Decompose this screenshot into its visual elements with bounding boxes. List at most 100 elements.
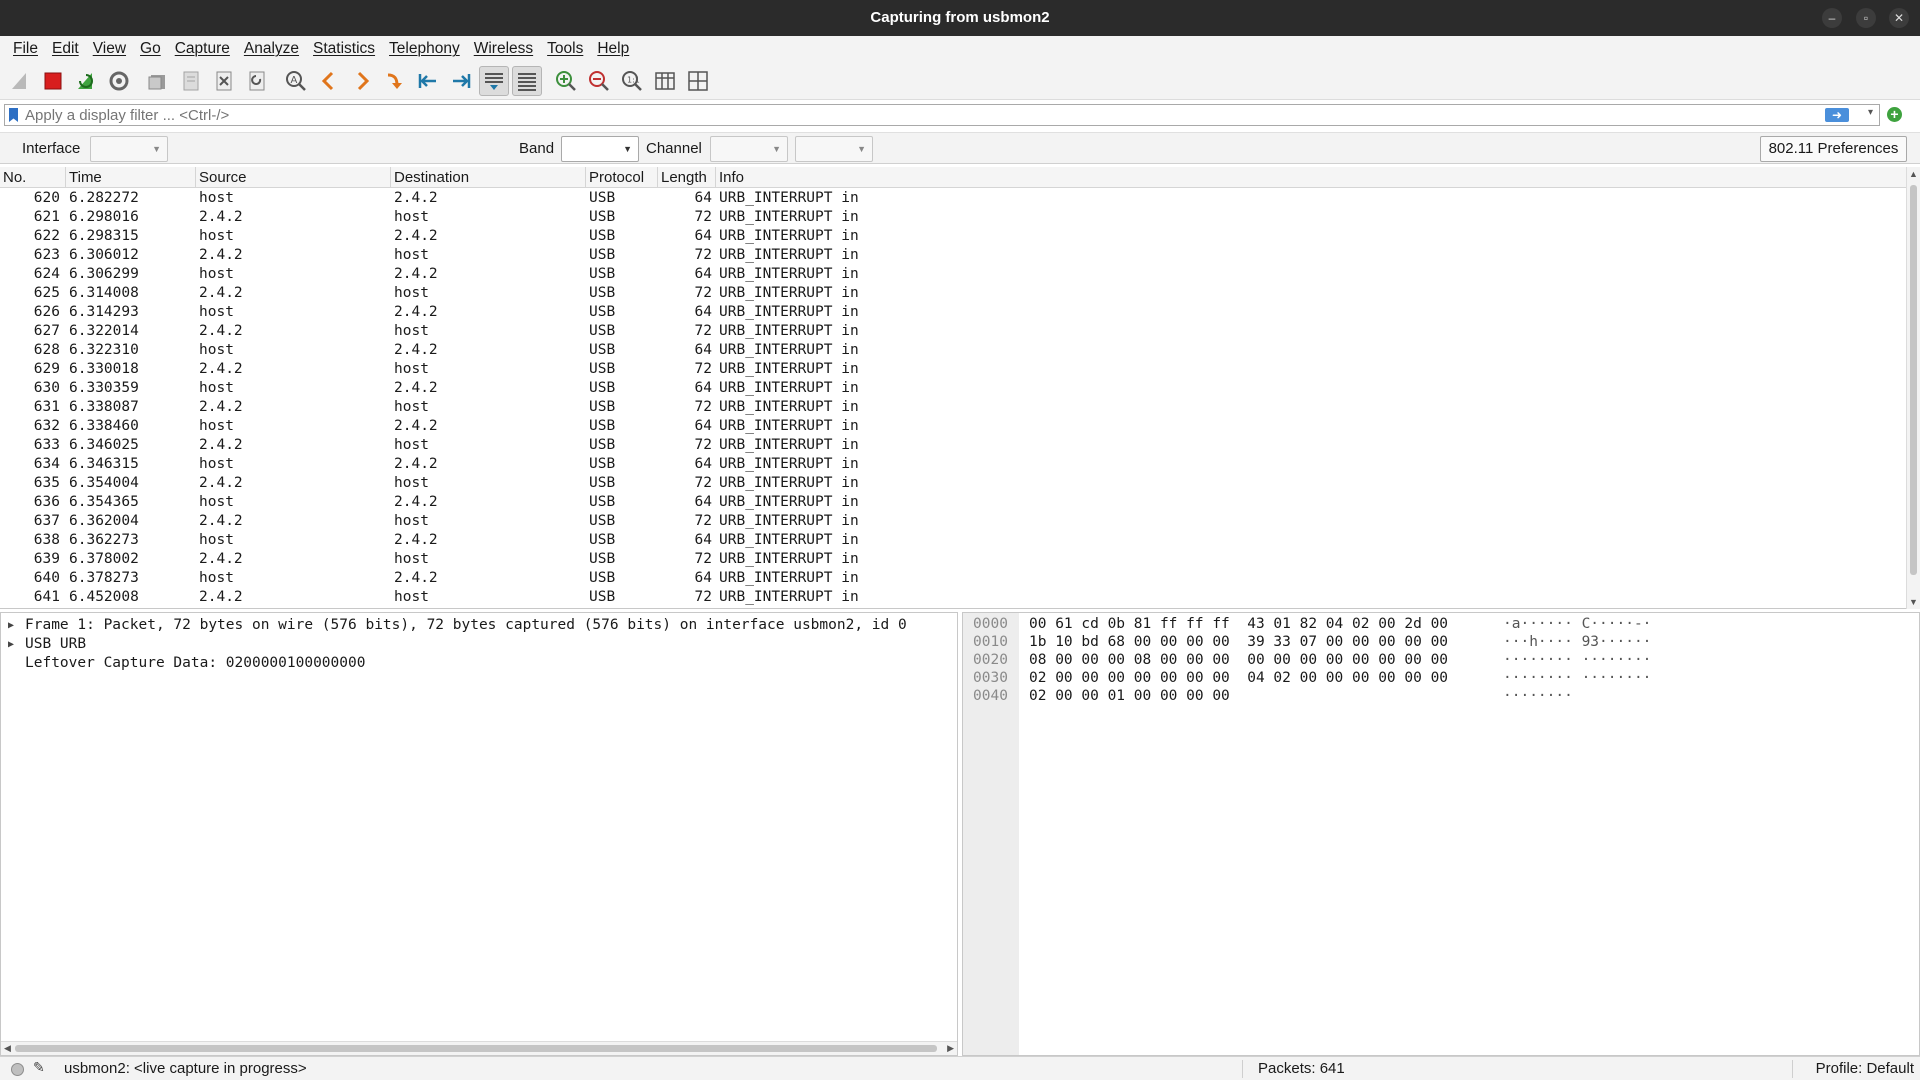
menu-statistics[interactable]: Statistics xyxy=(306,40,382,58)
add-filter-button-icon[interactable]: + xyxy=(1887,107,1902,122)
menu-tools[interactable]: Tools xyxy=(540,40,590,58)
packet-row[interactable]: 639 6.378002 2.4.2 host USB 72 URB_INTERRUPT i… xyxy=(0,550,1906,569)
go-forward-icon[interactable] xyxy=(347,66,377,96)
minimize-icon[interactable]: – xyxy=(1822,8,1842,28)
scroll-up-icon[interactable]: ▲ xyxy=(1909,169,1918,179)
byte-hex[interactable]: 02 00 00 00 00 00 00 00 04 02 00 00 00 0… xyxy=(1029,669,1448,687)
close-icon[interactable]: ✕ xyxy=(1889,8,1909,28)
packet-row[interactable]: 638 6.362273 host 2.4.2 USB 64 URB_INTERRUPT i… xyxy=(0,531,1906,550)
wireless-preferences-button[interactable]: 802.11 Preferences xyxy=(1760,136,1907,162)
display-filter-input[interactable] xyxy=(25,105,1835,125)
packet-row[interactable]: 641 6.452008 2.4.2 host USB 72 URB_INTERRUPT i… xyxy=(0,588,1906,607)
menu-go[interactable]: Go xyxy=(133,40,168,58)
channel-offset-select[interactable]: ▼ xyxy=(795,136,873,162)
capture-comment-icon[interactable]: ✎ xyxy=(33,1059,45,1076)
scroll-down-icon[interactable]: ▼ xyxy=(1909,597,1918,607)
find-packet-icon[interactable]: A xyxy=(281,66,311,96)
packet-row[interactable]: 620 6.282272 host 2.4.2 USB 64 URB_INTERRUPT i… xyxy=(0,189,1906,208)
expand-arrow-icon[interactable]: ▶ xyxy=(8,635,14,654)
menu-capture[interactable]: Capture xyxy=(168,40,237,58)
packet-row[interactable]: 621 6.298016 2.4.2 host USB 72 URB_INTERRUPT i… xyxy=(0,208,1906,227)
column-header-source[interactable]: Source xyxy=(196,167,391,188)
bookmark-icon[interactable] xyxy=(9,108,18,122)
byte-ascii[interactable]: ···h···· 93······ xyxy=(1503,633,1651,651)
reload-icon[interactable] xyxy=(242,66,272,96)
packet-row[interactable]: 622 6.298315 host 2.4.2 USB 64 URB_INTERRUPT i… xyxy=(0,227,1906,246)
apply-filter-arrow-icon[interactable]: ➜ xyxy=(1825,108,1849,122)
scroll-left-icon[interactable]: ◀ xyxy=(4,1043,11,1054)
packet-row[interactable]: 629 6.330018 2.4.2 host USB 72 URB_INTERRUPT i… xyxy=(0,360,1906,379)
close-file-icon[interactable] xyxy=(209,66,239,96)
packet-row[interactable]: 635 6.354004 2.4.2 host USB 72 URB_INTERRUPT i… xyxy=(0,474,1906,493)
byte-hex[interactable]: 02 00 00 01 00 00 00 00 xyxy=(1029,687,1230,705)
scrollbar-thumb[interactable] xyxy=(15,1045,937,1052)
packet-row[interactable]: 626 6.314293 host 2.4.2 USB 64 URB_INTERRUPT i… xyxy=(0,303,1906,322)
column-header-protocol[interactable]: Protocol xyxy=(586,167,658,188)
packet-row[interactable]: 634 6.346315 host 2.4.2 USB 64 URB_INTERRUPT i… xyxy=(0,455,1906,474)
maximize-icon[interactable]: ▫ xyxy=(1856,8,1876,28)
profile-indicator[interactable]: Profile: Default xyxy=(1816,1060,1914,1077)
capture-options-icon[interactable] xyxy=(104,66,134,96)
menu-help[interactable]: Help xyxy=(590,40,636,58)
packet-row[interactable]: 633 6.346025 2.4.2 host USB 72 URB_INTERRUPT i… xyxy=(0,436,1906,455)
packet-row[interactable]: 631 6.338087 2.4.2 host USB 72 URB_INTERRUPT i… xyxy=(0,398,1906,417)
byte-ascii[interactable]: ········ ········ xyxy=(1503,669,1651,687)
column-header-no[interactable]: No. xyxy=(0,167,66,188)
restart-capture-icon[interactable] xyxy=(71,66,101,96)
packet-row[interactable]: 624 6.306299 host 2.4.2 USB 64 URB_INTERRUPT i… xyxy=(0,265,1906,284)
byte-hex[interactable]: 08 00 00 00 08 00 00 00 00 00 00 00 00 0… xyxy=(1029,651,1448,669)
packet-row[interactable]: 625 6.314008 2.4.2 host USB 72 URB_INTERRUPT i… xyxy=(0,284,1906,303)
packet-row[interactable]: 637 6.362004 2.4.2 host USB 72 URB_INTERRUPT i… xyxy=(0,512,1906,531)
shark-fin-icon[interactable] xyxy=(5,66,35,96)
menu-analyze[interactable]: Analyze xyxy=(237,40,306,58)
column-header-info[interactable]: Info xyxy=(716,167,1906,188)
column-header-time[interactable]: Time xyxy=(66,167,196,188)
packet-row[interactable]: 640 6.378273 host 2.4.2 USB 64 URB_INTERRUPT i… xyxy=(0,569,1906,588)
go-back-icon[interactable] xyxy=(314,66,344,96)
byte-ascii[interactable]: ········ ········ xyxy=(1503,651,1651,669)
menu-edit[interactable]: Edit xyxy=(45,40,86,58)
expand-arrow-icon[interactable]: ▶ xyxy=(8,616,14,635)
menu-wireless[interactable]: Wireless xyxy=(467,40,540,58)
detail-row-usb-urb[interactable]: ▶ USB URB xyxy=(1,635,957,654)
colorize-icon[interactable] xyxy=(512,65,542,96)
packet-row[interactable]: 628 6.322310 host 2.4.2 USB 64 URB_INTERRUPT i… xyxy=(0,341,1906,360)
layout-icon[interactable] xyxy=(683,66,713,96)
resize-columns-icon[interactable] xyxy=(650,66,680,96)
autoscroll-icon[interactable] xyxy=(479,65,509,96)
expert-info-indicator-icon[interactable] xyxy=(11,1063,24,1076)
byte-ascii[interactable]: ·a······ C·····-· xyxy=(1503,615,1651,633)
menu-telephony[interactable]: Telephony xyxy=(382,40,467,58)
menu-view[interactable]: View xyxy=(86,40,133,58)
filter-history-dropdown-icon[interactable]: ▾ xyxy=(1868,107,1873,118)
byte-hex[interactable]: 00 61 cd 0b 81 ff ff ff 43 01 82 04 02 0… xyxy=(1029,615,1448,633)
column-header-length[interactable]: Length xyxy=(658,167,716,188)
packet-row[interactable]: 636 6.354365 host 2.4.2 USB 64 URB_INTERRUPT i… xyxy=(0,493,1906,512)
zoom-out-icon[interactable] xyxy=(584,66,614,96)
stop-icon[interactable] xyxy=(38,66,68,96)
save-file-icon[interactable] xyxy=(176,66,206,96)
zoom-in-icon[interactable] xyxy=(551,66,581,96)
detail-row-leftover-data[interactable]: Leftover Capture Data: 0200000100000000 xyxy=(1,654,957,673)
menu-file[interactable]: File xyxy=(6,40,45,58)
details-horizontal-scrollbar[interactable]: ◀ ▶ xyxy=(1,1041,957,1055)
go-to-packet-icon[interactable] xyxy=(380,66,410,96)
packet-row[interactable]: 623 6.306012 2.4.2 host USB 72 URB_INTERRUPT i… xyxy=(0,246,1906,265)
display-filter-field[interactable]: ➜ ▾ xyxy=(4,104,1880,126)
packet-row[interactable]: 630 6.330359 host 2.4.2 USB 64 URB_INTERRUPT i… xyxy=(0,379,1906,398)
scrollbar-thumb[interactable] xyxy=(1910,185,1917,575)
open-file-icon[interactable] xyxy=(143,66,173,96)
byte-hex[interactable]: 1b 10 bd 68 00 00 00 00 39 33 07 00 00 0… xyxy=(1029,633,1448,651)
normal-size-icon[interactable]: 1:1 xyxy=(617,66,647,96)
column-header-destination[interactable]: Destination xyxy=(391,167,586,188)
byte-ascii[interactable]: ········ xyxy=(1503,687,1573,705)
packet-list-scrollbar[interactable]: ▲ ▼ xyxy=(1906,167,1920,609)
packet-row[interactable]: 627 6.322014 2.4.2 host USB 72 URB_INTERRUPT i… xyxy=(0,322,1906,341)
scroll-right-icon[interactable]: ▶ xyxy=(947,1043,954,1054)
packet-row[interactable]: 632 6.338460 host 2.4.2 USB 64 URB_INTERRUPT i… xyxy=(0,417,1906,436)
channel-select[interactable]: ▼ xyxy=(710,136,788,162)
last-packet-icon[interactable] xyxy=(446,66,476,96)
detail-row-frame[interactable]: ▶ Frame 1: Packet, 72 bytes on wire (576… xyxy=(1,616,957,635)
interface-select[interactable]: ▼ xyxy=(90,136,168,162)
band-select[interactable]: ▼ xyxy=(561,136,639,162)
